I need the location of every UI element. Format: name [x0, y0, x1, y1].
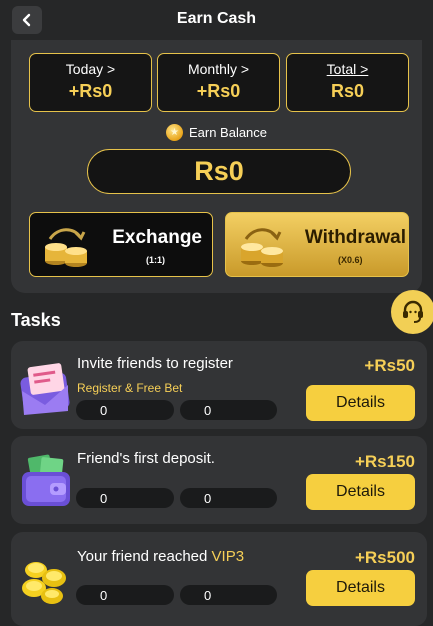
task-first-deposit: Friend's first deposit. 0 0 +Rs150 Detai…	[11, 436, 427, 524]
details-button[interactable]: Details	[306, 385, 415, 421]
progress-count: 0	[76, 585, 174, 605]
task-reward: +Rs150	[354, 452, 415, 471]
details-button[interactable]: Details	[306, 570, 415, 606]
monthly-stat[interactable]: Monthly > +Rs0	[157, 53, 280, 112]
task-title-prefix: Your friend reached	[77, 548, 212, 565]
envelope-icon	[20, 363, 70, 415]
progress-count: 0	[180, 488, 277, 508]
total-value: Rs0	[330, 81, 365, 101]
exchange-button[interactable]: Exchange (1:1)	[29, 212, 213, 277]
tasks-heading: Tasks	[11, 310, 61, 330]
monthly-label: Monthly >	[187, 61, 250, 77]
earn-balance-row: ★ Earn Balance	[11, 123, 422, 141]
vip-level: VIP3	[211, 548, 245, 565]
exchange-title: Exchange	[112, 227, 202, 248]
details-button[interactable]: Details	[306, 474, 415, 510]
support-button[interactable]	[391, 290, 433, 334]
task-subtitle-link[interactable]: Register & Free Bet	[77, 381, 182, 395]
page-title: Earn Cash	[176, 10, 257, 27]
task-title: Friend's first deposit.	[77, 450, 215, 467]
today-stat[interactable]: Today > +Rs0	[29, 53, 152, 112]
star-coin-icon: ★	[165, 123, 183, 141]
gold-coins-icon	[22, 562, 66, 604]
progress-count: 0	[76, 400, 174, 420]
earnings-summary-card: Today > +Rs0 Monthly > +Rs0 Total > Rs0 …	[11, 40, 422, 293]
progress-count: 0	[76, 488, 174, 508]
progress-count: 0	[180, 400, 277, 420]
coin-stack-icon	[241, 228, 283, 267]
progress-count: 0	[180, 585, 277, 605]
wallet-icon	[22, 454, 70, 506]
task-reward: +Rs500	[354, 548, 415, 567]
coin-stack-icon	[45, 228, 87, 267]
withdrawal-rate: (X0.6)	[338, 255, 363, 265]
today-label: Today >	[65, 61, 116, 77]
monthly-value: +Rs0	[196, 81, 241, 101]
withdrawal-title: Withdrawal	[304, 227, 406, 248]
total-label: Total >	[326, 61, 369, 77]
task-title: Invite friends to register	[77, 355, 233, 372]
task-title: Your friend reached VIP3	[77, 548, 244, 565]
exchange-rate: (1:1)	[146, 255, 166, 265]
earn-balance-value: Rs0	[194, 156, 244, 186]
withdrawal-button[interactable]: Withdrawal (X0.6)	[225, 212, 409, 277]
task-reward: +Rs50	[364, 356, 415, 375]
earn-balance-label: Earn Balance	[188, 124, 268, 140]
task-friend-vip3: Your friend reached VIP3 0 0 +Rs500 Deta…	[11, 532, 427, 626]
earn-balance-box: Rs0	[87, 149, 351, 194]
headset-support-icon	[403, 300, 423, 323]
task-invite-friends: Invite friends to register Register & Fr…	[11, 341, 427, 429]
total-stat[interactable]: Total > Rs0	[286, 53, 409, 112]
today-value: +Rs0	[68, 81, 113, 101]
header-bar: Earn Cash	[0, 0, 433, 40]
